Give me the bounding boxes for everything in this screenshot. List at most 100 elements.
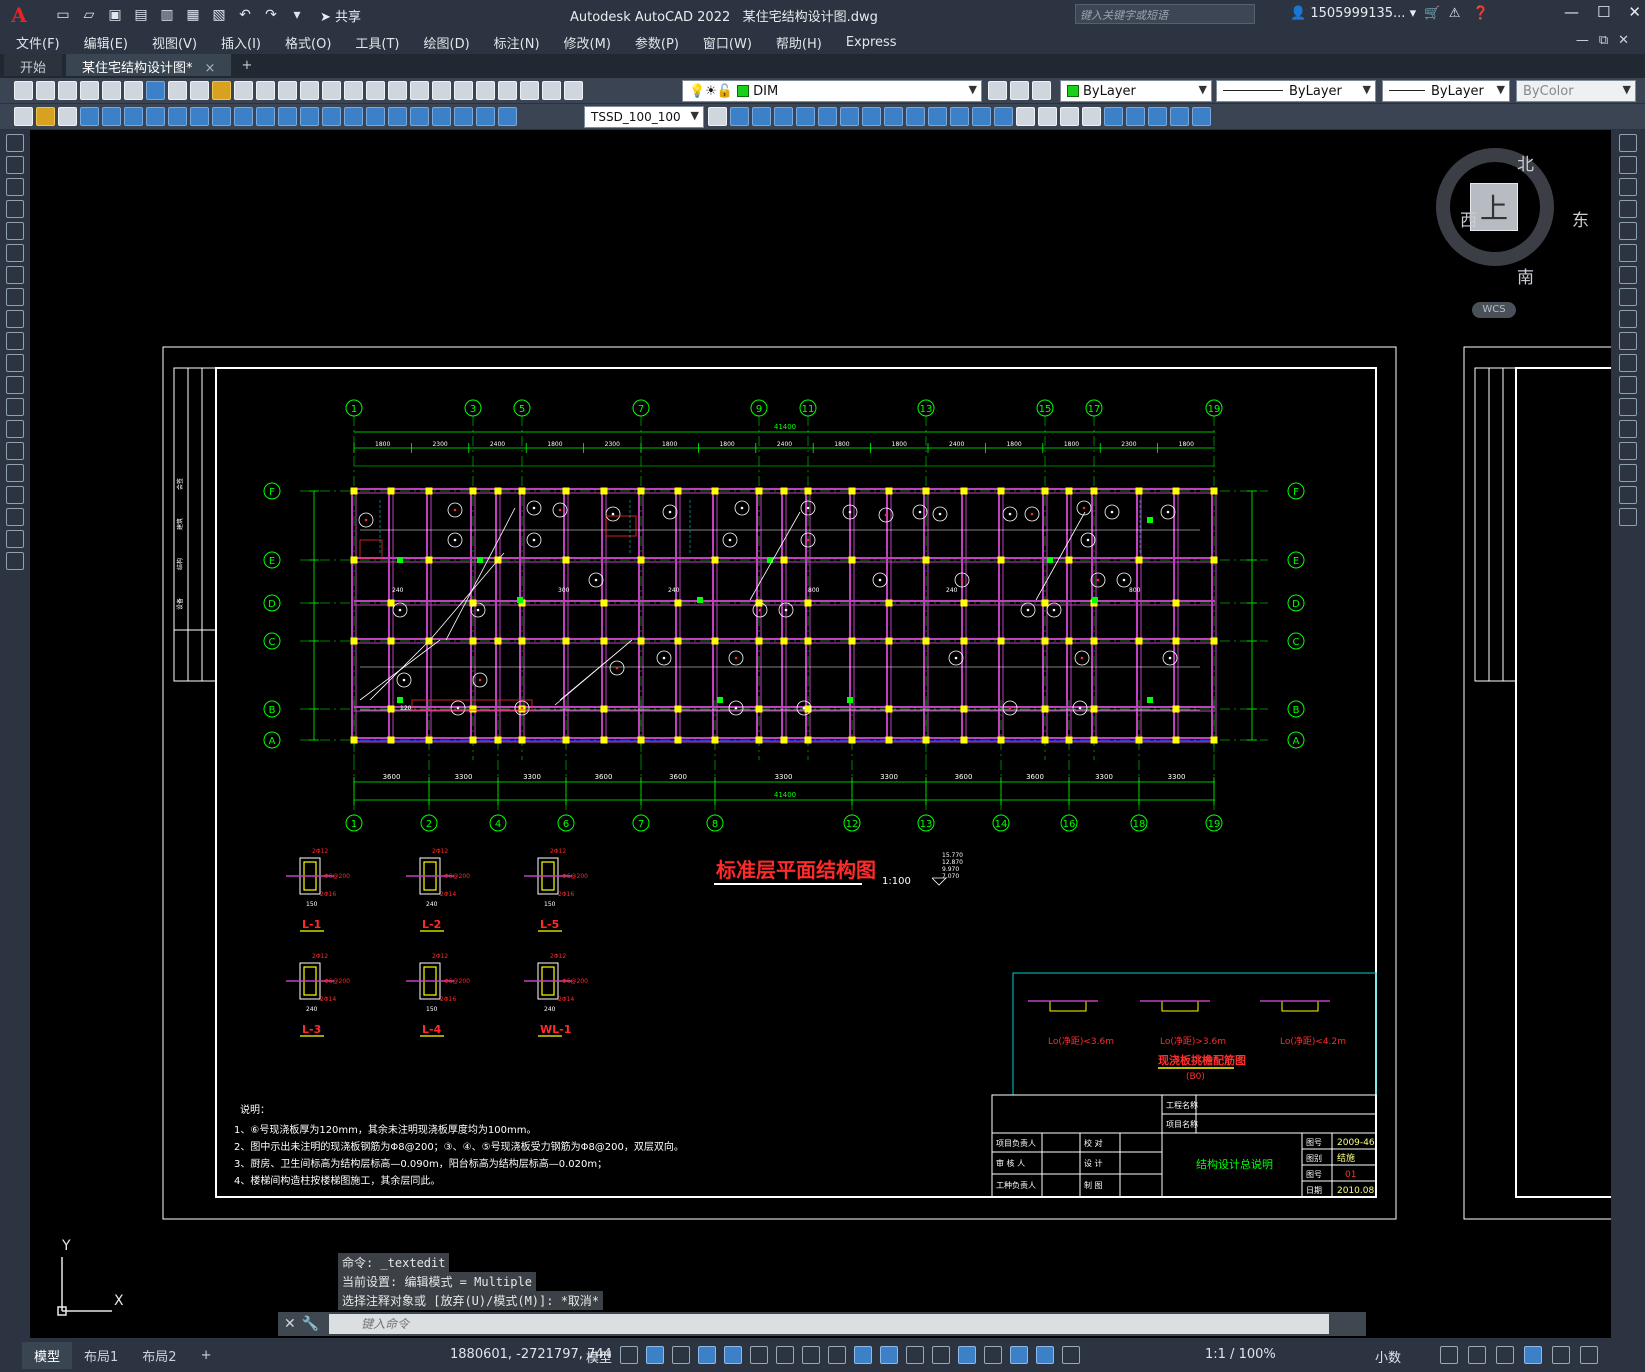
publish-icon[interactable]: ▥: [156, 5, 178, 25]
erase-icon[interactable]: [1619, 134, 1637, 152]
redo-tool-icon[interactable]: [300, 81, 319, 100]
diameter-dim-icon[interactable]: [212, 107, 231, 126]
redo-icon[interactable]: ↷: [260, 5, 282, 25]
modify-icon-22[interactable]: [1192, 107, 1211, 126]
menu-draw[interactable]: 绘图(D): [424, 33, 470, 52]
menu-modify[interactable]: 修改(M): [564, 33, 611, 52]
dim-break-icon[interactable]: [344, 107, 363, 126]
trim-icon[interactable]: [1619, 332, 1637, 350]
tab-drawing[interactable]: 某住宅结构设计图* ×: [66, 54, 232, 76]
arc-length-icon[interactable]: [124, 107, 143, 126]
polar-tracking-icon[interactable]: [750, 1346, 768, 1364]
autocad-logo-icon[interactable]: A: [6, 2, 32, 28]
modify-icon-18[interactable]: [1104, 107, 1123, 126]
text-icon[interactable]: [6, 530, 24, 548]
document-window-controls[interactable]: —⧉✕: [1576, 33, 1639, 48]
color-select[interactable]: ByLayer ▼: [1060, 80, 1212, 102]
modify-icon-4[interactable]: [796, 107, 815, 126]
calculator-icon[interactable]: [520, 81, 539, 100]
search-input[interactable]: 键入关键字或短语: [1075, 4, 1255, 24]
radius-dim-icon[interactable]: [168, 107, 187, 126]
quick-properties-icon[interactable]: [1440, 1346, 1458, 1364]
open-file-icon[interactable]: ▱: [78, 5, 100, 25]
menu-tools[interactable]: 工具(T): [355, 33, 399, 52]
add-layout-button[interactable]: +: [189, 1344, 224, 1367]
copy-object-icon[interactable]: [1619, 156, 1637, 174]
dynamic-input-icon[interactable]: [698, 1346, 716, 1364]
modify-icon-1[interactable]: [730, 107, 749, 126]
help-tool-icon[interactable]: [542, 81, 561, 100]
grid-icon[interactable]: [620, 1346, 638, 1364]
new-file-icon[interactable]: ▭: [52, 5, 74, 25]
line-icon[interactable]: [6, 134, 24, 152]
aligned-dim-icon[interactable]: [102, 107, 121, 126]
markup-icon[interactable]: [498, 81, 517, 100]
maximize-icon[interactable]: ☐: [1597, 3, 1610, 21]
transparency-icon[interactable]: [880, 1346, 898, 1364]
object-snap-icon[interactable]: [828, 1346, 846, 1364]
ellipse-icon[interactable]: [6, 332, 24, 350]
zoom-realtime-icon[interactable]: [344, 81, 363, 100]
tab-model[interactable]: 模型: [22, 1341, 73, 1369]
center-mark-icon[interactable]: [388, 107, 407, 126]
dimstyle-select[interactable]: TSSD_100_100 ▼: [584, 106, 704, 128]
rotate-icon[interactable]: [1619, 266, 1637, 284]
plot-preview-icon[interactable]: [102, 81, 121, 100]
make-current-icon[interactable]: [1010, 81, 1029, 100]
dimstyle-manager-icon[interactable]: [708, 107, 727, 126]
arc-icon[interactable]: [6, 244, 24, 262]
viewcube-top-face[interactable]: 上: [1470, 183, 1518, 231]
lineweight-select[interactable]: ByLayer ▼: [1382, 80, 1510, 102]
quick-dim-icon[interactable]: [256, 107, 275, 126]
array-icon[interactable]: [1619, 222, 1637, 240]
hatch-icon[interactable]: [6, 442, 24, 460]
gradient-icon[interactable]: [6, 464, 24, 482]
match-properties-icon[interactable]: [234, 81, 253, 100]
design-center-icon[interactable]: [432, 81, 451, 100]
menu-dimension[interactable]: 标注(N): [494, 33, 540, 52]
linear-dim-icon[interactable]: [80, 107, 99, 126]
plot-icon[interactable]: [80, 81, 99, 100]
tool-icon-2[interactable]: [36, 107, 55, 126]
modify-icon-11[interactable]: [950, 107, 969, 126]
modify-icon-6[interactable]: [840, 107, 859, 126]
compass-north[interactable]: 北: [1517, 150, 1534, 175]
region-icon[interactable]: [6, 486, 24, 504]
modify-icon-12[interactable]: [972, 107, 991, 126]
paste-icon[interactable]: [212, 81, 231, 100]
ortho-icon[interactable]: [724, 1346, 742, 1364]
block-editor-icon[interactable]: [256, 81, 275, 100]
3d-dwf-icon[interactable]: [146, 81, 165, 100]
drawing-canvas[interactable]: 会签 建筑 结构 设备 F F E E D D C C B B A A 1 3 5 7 9 11 13 15 17 19 1 2 4 6…: [30, 130, 1611, 1338]
auto-scale-icon[interactable]: [1062, 1346, 1080, 1364]
scale-icon[interactable]: [1619, 288, 1637, 306]
modify-icon-10[interactable]: [928, 107, 947, 126]
plotstyle-select[interactable]: ByColor ▼: [1516, 80, 1636, 102]
tolerance-icon[interactable]: [366, 107, 385, 126]
isometric-icon[interactable]: [776, 1346, 794, 1364]
copy-icon[interactable]: [190, 81, 209, 100]
layer-previous-icon[interactable]: [988, 81, 1007, 100]
3d-osnap-icon[interactable]: [932, 1346, 950, 1364]
break-icon[interactable]: [1619, 398, 1637, 416]
units-readout[interactable]: 小数: [1375, 1347, 1401, 1366]
close-tab-icon[interactable]: ×: [205, 61, 216, 76]
spline-icon[interactable]: [6, 310, 24, 328]
print-icon[interactable]: ▧: [208, 5, 230, 25]
lock-ui-icon[interactable]: [1468, 1346, 1486, 1364]
modify-icon-3[interactable]: [774, 107, 793, 126]
jogged-dim-icon[interactable]: [190, 107, 209, 126]
modify-icon-13[interactable]: [994, 107, 1013, 126]
jogged-linear-icon[interactable]: [432, 107, 451, 126]
undo-icon[interactable]: ↶: [234, 5, 256, 25]
annotation-scale[interactable]: 1:1 / 100%: [1205, 1347, 1276, 1362]
tool-icon-3[interactable]: [58, 107, 77, 126]
dynamic-ucs-icon[interactable]: [958, 1346, 976, 1364]
properties-icon[interactable]: [410, 81, 429, 100]
gizmo-icon[interactable]: [1010, 1346, 1028, 1364]
user-account[interactable]: 👤 1505999135... ▾ 🛒 ⚠ ❓: [1290, 6, 1489, 21]
modify-icon-17[interactable]: [1082, 107, 1101, 126]
model-space-toggle[interactable]: 模型: [586, 1347, 612, 1366]
tab-layout2[interactable]: 布局2: [130, 1342, 188, 1369]
point-icon[interactable]: [6, 420, 24, 438]
